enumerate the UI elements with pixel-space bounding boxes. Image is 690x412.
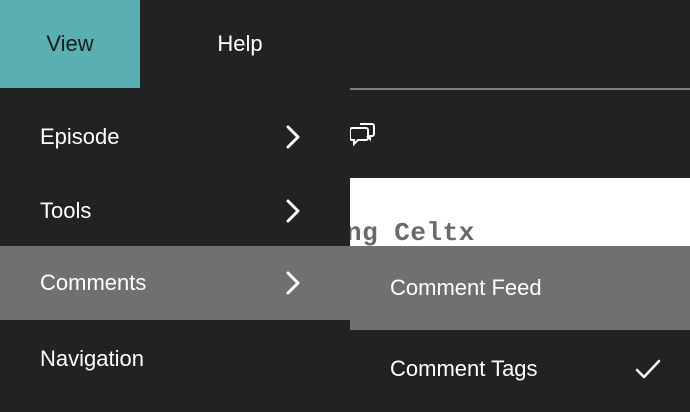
comment-bubbles-icon[interactable] bbox=[348, 120, 378, 150]
submenu-item-label: Comment Feed bbox=[390, 275, 542, 300]
toolbar-divider bbox=[350, 88, 690, 90]
chevron-right-icon bbox=[286, 125, 300, 149]
menu-item-navigation[interactable]: Navigation bbox=[0, 322, 350, 396]
menu-item-label: Episode bbox=[40, 124, 120, 149]
script-text: ng Celtx bbox=[350, 218, 475, 246]
script-page: ng Celtx bbox=[350, 178, 690, 246]
menu-item-label: Tools bbox=[40, 198, 92, 223]
menu-item-tools[interactable]: Tools bbox=[0, 174, 350, 248]
menu-view[interactable]: View bbox=[0, 0, 140, 88]
chevron-right-icon bbox=[286, 271, 300, 295]
menu-item-label: Navigation bbox=[40, 346, 144, 371]
submenu-item-comment-feed[interactable]: Comment Feed bbox=[350, 246, 690, 330]
menu-item-comments[interactable]: Comments bbox=[0, 246, 350, 320]
menu-help[interactable]: Help bbox=[170, 0, 310, 88]
menu-item-episode[interactable]: Episode bbox=[0, 100, 350, 174]
submenu-item-label: Comment Tags bbox=[390, 356, 538, 381]
comments-submenu: Comment Feed Comment Tags bbox=[350, 246, 690, 412]
checkmark-icon bbox=[635, 359, 661, 379]
submenu-item-comment-tags[interactable]: Comment Tags bbox=[350, 332, 690, 406]
menu-bar: View Help bbox=[0, 0, 690, 88]
view-menu-dropdown: Episode Tools Comments Navigation bbox=[0, 88, 350, 412]
menu-item-label: Comments bbox=[40, 270, 147, 295]
chevron-right-icon bbox=[286, 199, 300, 223]
